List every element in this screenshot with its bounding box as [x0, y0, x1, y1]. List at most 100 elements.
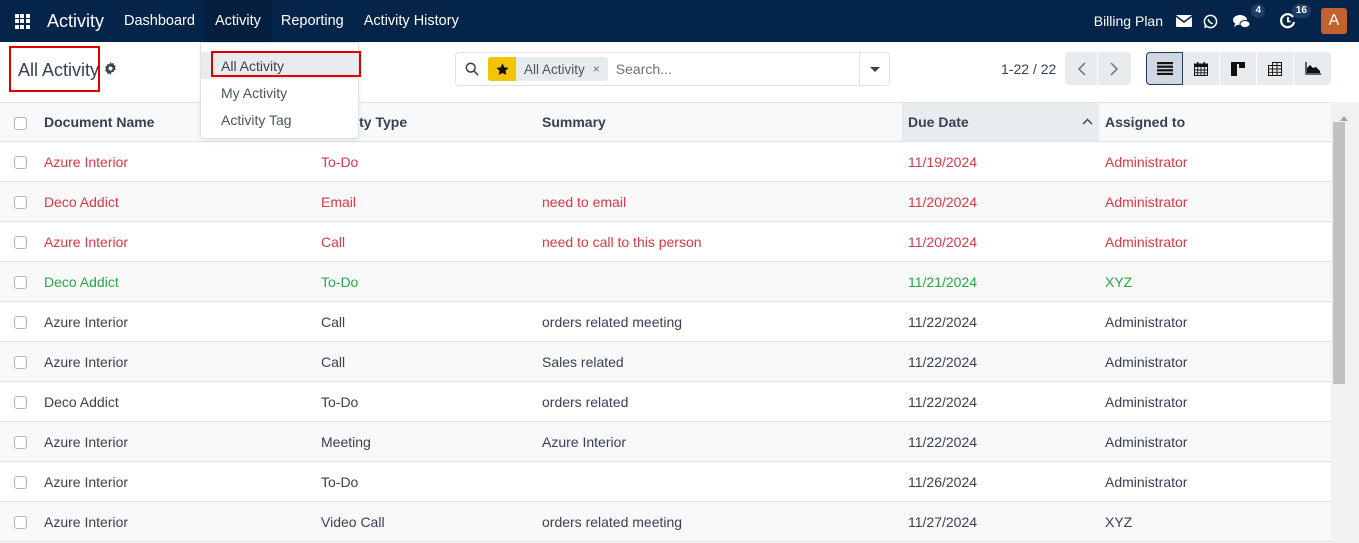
cell-summary: orders related meeting [542, 501, 902, 542]
search-icon[interactable] [456, 62, 488, 76]
menu-activity-history[interactable]: Activity History [354, 0, 469, 42]
whatsapp-icon[interactable] [1199, 10, 1221, 32]
app-switcher-icon[interactable] [0, 0, 44, 42]
company-switcher[interactable]: Billing Plan [1094, 13, 1163, 29]
table-row[interactable]: Azure Interior Call need to call to this… [0, 221, 1331, 262]
cell-due-date: 11/21/2024 [902, 261, 1099, 302]
row-checkbox[interactable] [14, 476, 27, 490]
row-select-cell [0, 461, 44, 502]
row-checkbox[interactable] [14, 436, 27, 450]
table-row[interactable]: Azure Interior Call orders related meeti… [0, 301, 1331, 342]
cell-assigned-to: Administrator [1099, 141, 1331, 182]
cell-activity-type: Video Call [321, 501, 542, 542]
row-checkbox[interactable] [14, 276, 27, 290]
dropdown-highlight-box [211, 51, 361, 77]
cell-summary [542, 461, 902, 502]
top-navbar: Activity Dashboard Activity Reporting Ac… [0, 0, 1359, 42]
cell-due-date: 11/26/2024 [902, 461, 1099, 502]
messaging-icon[interactable]: 4 [1231, 4, 1265, 32]
cell-due-date: 11/22/2024 [902, 301, 1099, 342]
cell-document-name: Deco Addict [44, 181, 321, 222]
select-all-checkbox[interactable] [14, 116, 27, 130]
table-row[interactable]: Azure Interior Video Call orders related… [0, 501, 1331, 542]
pivot-icon [1268, 61, 1282, 76]
table-row[interactable]: Deco Addict To-Do orders related 11/22/2… [0, 381, 1331, 422]
activity-clock-icon[interactable]: 16 [1277, 4, 1311, 32]
menu-activity[interactable]: Activity [204, 0, 271, 42]
column-assigned-to[interactable]: Assigned to [1099, 102, 1331, 142]
row-checkbox[interactable] [14, 356, 27, 370]
cell-assigned-to: Administrator [1099, 381, 1331, 422]
search-input[interactable] [615, 61, 859, 77]
vertical-scrollbar[interactable] [1331, 102, 1359, 543]
pager-value[interactable]: 1-22 / 22 [1001, 61, 1056, 77]
cell-due-date: 11/22/2024 [902, 381, 1099, 422]
app-name[interactable]: Activity [44, 11, 114, 32]
row-select-cell [0, 301, 44, 342]
menu-dashboard[interactable]: Dashboard [114, 0, 205, 42]
row-select-cell [0, 421, 44, 462]
dropdown-item-my-activity[interactable]: My Activity [201, 79, 358, 106]
row-checkbox[interactable] [14, 196, 27, 210]
search-bar: All Activity × [455, 52, 890, 86]
row-checkbox[interactable] [14, 156, 27, 170]
favorite-star-icon [488, 57, 516, 81]
graph-view-button[interactable] [1294, 52, 1331, 85]
cell-summary [542, 141, 902, 182]
kanban-view-button[interactable] [1220, 52, 1257, 85]
cell-activity-type: Call [321, 221, 542, 262]
cell-activity-type: Call [321, 301, 542, 342]
envelope-icon[interactable] [1173, 10, 1195, 32]
title-highlight-box [9, 46, 100, 92]
table-row[interactable]: Azure Interior Meeting Azure Interior 11… [0, 421, 1331, 462]
cell-assigned-to: Administrator [1099, 341, 1331, 382]
pager-next-button[interactable] [1098, 52, 1131, 85]
row-checkbox[interactable] [14, 516, 27, 530]
pager-buttons [1065, 52, 1131, 85]
cell-document-name: Azure Interior [44, 461, 321, 502]
dropdown-item-activity-tag[interactable]: Activity Tag [201, 106, 358, 133]
cell-document-name: Azure Interior [44, 341, 321, 382]
cell-summary [542, 261, 902, 302]
menu-reporting[interactable]: Reporting [271, 0, 354, 42]
column-due-date[interactable]: Due Date [902, 102, 1099, 142]
select-all-cell [0, 102, 44, 142]
cell-summary: Azure Interior [542, 421, 902, 462]
row-checkbox[interactable] [14, 316, 27, 330]
cell-document-name: Azure Interior [44, 301, 321, 342]
cell-summary: Sales related [542, 341, 902, 382]
table-row[interactable]: Azure Interior Call Sales related 11/22/… [0, 341, 1331, 382]
cell-summary: orders related [542, 381, 902, 422]
column-due-date-label: Due Date [908, 114, 969, 130]
table-row[interactable]: Azure Interior To-Do 11/19/2024 Administ… [0, 141, 1331, 182]
scroll-thumb[interactable] [1333, 122, 1345, 384]
cell-document-name: Deco Addict [44, 381, 321, 422]
kanban-icon [1231, 61, 1245, 76]
search-options-toggle[interactable] [859, 52, 889, 86]
table-row[interactable]: Deco Addict Email need to email 11/20/20… [0, 181, 1331, 222]
cell-summary: need to call to this person [542, 221, 902, 262]
column-summary[interactable]: Summary [542, 102, 902, 142]
user-avatar[interactable]: A [1321, 8, 1347, 34]
calendar-view-button[interactable] [1183, 52, 1220, 85]
list-view-button[interactable] [1146, 52, 1183, 85]
cell-activity-type: To-Do [321, 381, 542, 422]
cell-activity-type: Email [321, 181, 542, 222]
pager-previous-button[interactable] [1065, 52, 1098, 85]
row-checkbox[interactable] [14, 396, 27, 410]
row-select-cell [0, 501, 44, 542]
cell-document-name: Azure Interior [44, 421, 321, 462]
cell-summary: need to email [542, 181, 902, 222]
scroll-up-arrow[interactable] [1340, 116, 1348, 121]
cell-assigned-to: Administrator [1099, 461, 1331, 502]
cell-assigned-to: XYZ [1099, 261, 1331, 302]
cell-document-name: Azure Interior [44, 221, 321, 262]
row-checkbox[interactable] [14, 236, 27, 250]
facet-remove-icon[interactable]: × [593, 57, 608, 81]
gear-icon[interactable] [104, 62, 117, 75]
list-icon [1156, 62, 1173, 75]
table-row[interactable]: Deco Addict To-Do 11/21/2024 XYZ [0, 261, 1331, 302]
sort-ascending-icon [1082, 114, 1093, 128]
pivot-view-button[interactable] [1257, 52, 1294, 85]
table-row[interactable]: Azure Interior To-Do 11/26/2024 Administ… [0, 461, 1331, 502]
